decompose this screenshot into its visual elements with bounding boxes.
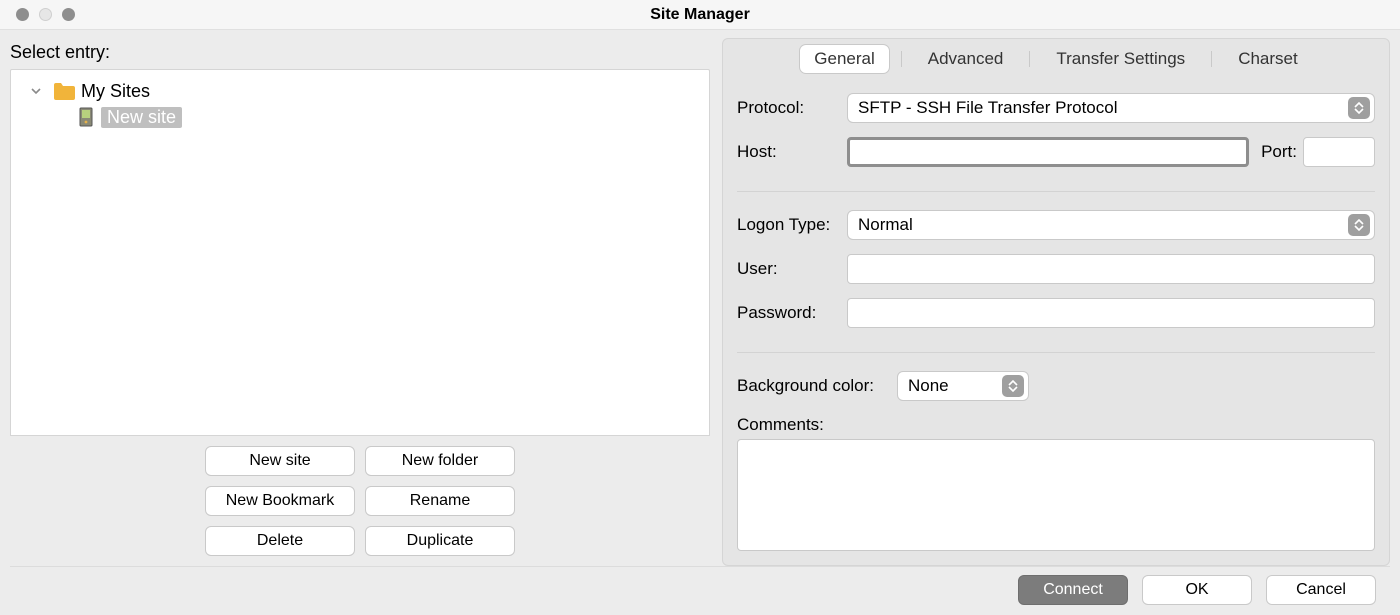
maximize-window-button[interactable] bbox=[62, 8, 75, 21]
ok-button[interactable]: OK bbox=[1142, 575, 1252, 605]
tab-separator bbox=[1029, 51, 1030, 67]
user-row: User: bbox=[737, 254, 1375, 284]
user-input[interactable] bbox=[847, 254, 1375, 284]
minimize-window-button[interactable] bbox=[39, 8, 52, 21]
folder-icon bbox=[53, 82, 75, 100]
logon-type-row: Logon Type: Normal bbox=[737, 210, 1375, 240]
user-label: User: bbox=[737, 259, 847, 279]
port-input[interactable] bbox=[1303, 137, 1375, 167]
new-folder-button[interactable]: New folder bbox=[365, 446, 515, 476]
tree-item-label: New site bbox=[101, 107, 182, 128]
tab-bar: General Advanced Transfer Settings Chars… bbox=[723, 39, 1389, 73]
comments-label: Comments: bbox=[737, 415, 824, 435]
site-tree[interactable]: My Sites New site bbox=[10, 69, 710, 435]
comments-label-row: Comments: bbox=[737, 415, 1375, 435]
server-icon bbox=[79, 107, 95, 127]
password-row: Password: bbox=[737, 298, 1375, 328]
divider bbox=[737, 191, 1375, 192]
select-entry-label: Select entry: bbox=[10, 42, 710, 63]
protocol-select[interactable]: SFTP - SSH File Transfer Protocol bbox=[847, 93, 1375, 123]
protocol-value: SFTP - SSH File Transfer Protocol bbox=[858, 98, 1117, 118]
top-area: Select entry: My Sites bbox=[10, 38, 1390, 566]
window-title: Site Manager bbox=[0, 6, 1400, 24]
updown-stepper-icon bbox=[1002, 375, 1024, 397]
protocol-row: Protocol: SFTP - SSH File Transfer Proto… bbox=[737, 93, 1375, 123]
general-form: Protocol: SFTP - SSH File Transfer Proto… bbox=[723, 73, 1389, 565]
content-area: Select entry: My Sites bbox=[0, 30, 1400, 615]
titlebar: Site Manager bbox=[0, 0, 1400, 30]
password-input[interactable] bbox=[847, 298, 1375, 328]
host-port-row: Host: Port: bbox=[737, 137, 1375, 167]
background-color-value: None bbox=[908, 376, 949, 396]
rename-button[interactable]: Rename bbox=[365, 486, 515, 516]
tab-transfer-settings[interactable]: Transfer Settings bbox=[1042, 45, 1199, 73]
tab-general[interactable]: General bbox=[800, 45, 888, 73]
divider bbox=[737, 352, 1375, 353]
delete-button[interactable]: Delete bbox=[205, 526, 355, 556]
background-color-label: Background color: bbox=[737, 376, 897, 396]
background-color-row: Background color: None bbox=[737, 371, 1375, 401]
updown-stepper-icon bbox=[1348, 97, 1370, 119]
host-input[interactable] bbox=[847, 137, 1249, 167]
host-label: Host: bbox=[737, 142, 847, 162]
password-label: Password: bbox=[737, 303, 847, 323]
tab-advanced[interactable]: Advanced bbox=[914, 45, 1018, 73]
tab-separator bbox=[1211, 51, 1212, 67]
window-controls bbox=[0, 8, 75, 21]
tab-charset[interactable]: Charset bbox=[1224, 45, 1312, 73]
connect-button[interactable]: Connect bbox=[1018, 575, 1128, 605]
new-bookmark-button[interactable]: New Bookmark bbox=[205, 486, 355, 516]
duplicate-button[interactable]: Duplicate bbox=[365, 526, 515, 556]
background-color-select[interactable]: None bbox=[897, 371, 1029, 401]
logon-type-select[interactable]: Normal bbox=[847, 210, 1375, 240]
right-column: General Advanced Transfer Settings Chars… bbox=[722, 38, 1390, 566]
tree-root-label: My Sites bbox=[81, 81, 150, 102]
new-site-button[interactable]: New site bbox=[205, 446, 355, 476]
cancel-button[interactable]: Cancel bbox=[1266, 575, 1376, 605]
tree-root-my-sites[interactable]: My Sites bbox=[11, 78, 709, 104]
close-window-button[interactable] bbox=[16, 8, 29, 21]
dialog-footer: Connect OK Cancel bbox=[10, 566, 1390, 615]
comments-textarea[interactable] bbox=[737, 439, 1375, 551]
tab-separator bbox=[901, 51, 902, 67]
chevron-down-icon[interactable] bbox=[29, 84, 43, 99]
logon-type-label: Logon Type: bbox=[737, 215, 847, 235]
site-action-buttons: New site New folder New Bookmark Rename … bbox=[10, 435, 710, 566]
logon-type-value: Normal bbox=[858, 215, 913, 235]
port-label: Port: bbox=[1249, 142, 1303, 162]
left-column: Select entry: My Sites bbox=[10, 38, 710, 566]
updown-stepper-icon bbox=[1348, 214, 1370, 236]
protocol-label: Protocol: bbox=[737, 98, 847, 118]
tree-item-new-site[interactable]: New site bbox=[11, 104, 709, 130]
